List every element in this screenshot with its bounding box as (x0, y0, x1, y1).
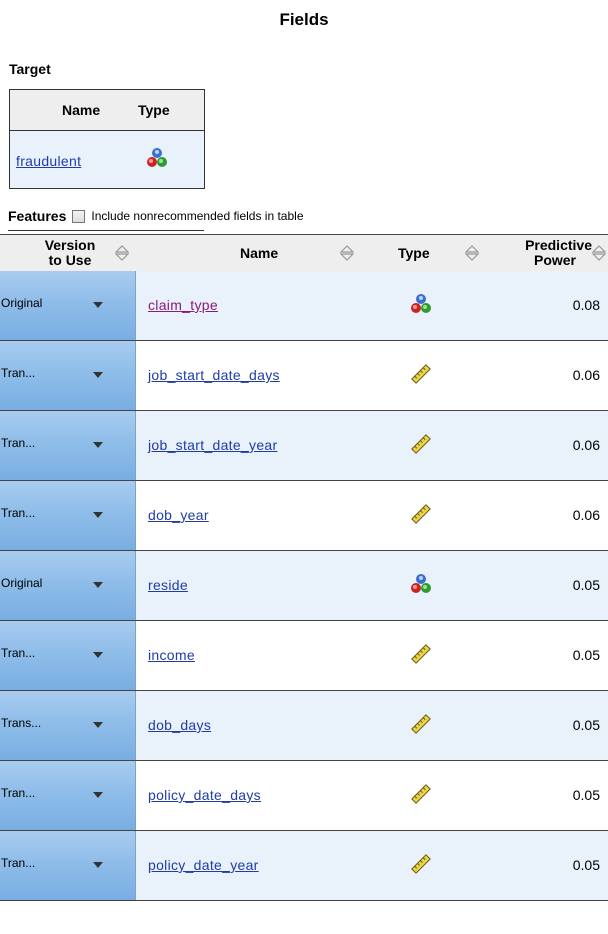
version-dropdown[interactable]: Tran... (0, 411, 136, 480)
col-predictive-power[interactable]: Predictive Power (500, 235, 592, 271)
predictive-power-value: 0.05 (572, 717, 600, 733)
table-row: Tran... dob_year 0.06 (0, 481, 608, 551)
version-dropdown-value: Tran... (1, 436, 36, 450)
continuous-icon (410, 853, 432, 880)
field-name-link[interactable]: income (148, 647, 195, 663)
version-dropdown-value: Tran... (1, 856, 36, 870)
chevron-down-icon[interactable] (93, 372, 103, 378)
table-row: Original claim_type 0.08 (0, 271, 608, 341)
chevron-down-icon[interactable] (93, 302, 103, 308)
target-col-name: Name (62, 102, 101, 118)
field-name-link[interactable]: claim_type (148, 297, 218, 313)
table-row: Tran... job_start_date_days 0.06 (0, 341, 608, 411)
nominal-icon (410, 573, 432, 600)
target-field-link[interactable]: fraudulent (16, 153, 81, 169)
predictive-power-value: 0.06 (572, 367, 600, 383)
continuous-icon (410, 783, 432, 810)
sort-version-icon[interactable] (115, 244, 129, 262)
version-dropdown-value: Tran... (1, 786, 36, 800)
col-version-line2: to Use (48, 252, 92, 268)
predictive-power-value: 0.05 (572, 787, 600, 803)
col-power-line2: Power (533, 252, 576, 268)
page-title: Fields (279, 10, 329, 29)
target-col-type: Type (138, 102, 170, 118)
features-divider (8, 230, 204, 231)
version-dropdown[interactable]: Tran... (0, 761, 136, 830)
version-dropdown-value: Original (1, 576, 43, 590)
version-dropdown-value: Original (1, 296, 43, 310)
chevron-down-icon[interactable] (93, 442, 103, 448)
nominal-icon (410, 293, 432, 320)
include-nonrecommended-label[interactable]: Include nonrecommended fields in table (91, 209, 303, 223)
version-dropdown[interactable]: Original (0, 551, 136, 620)
continuous-icon (410, 643, 432, 670)
predictive-power-value: 0.05 (572, 857, 600, 873)
table-row: Trans... dob_days 0.05 (0, 691, 608, 761)
col-name[interactable]: Name (240, 235, 278, 271)
chevron-down-icon[interactable] (93, 862, 103, 868)
table-row: Tran... job_start_date_year 0.06 (0, 411, 608, 481)
sort-type-icon[interactable] (465, 244, 479, 262)
predictive-power-value: 0.05 (572, 647, 600, 663)
table-row: Original reside 0.05 (0, 551, 608, 621)
version-dropdown[interactable]: Tran... (0, 481, 136, 550)
predictive-power-value: 0.06 (572, 437, 600, 453)
sort-name-icon[interactable] (340, 244, 354, 262)
field-name-link[interactable]: reside (148, 577, 188, 593)
field-name-link[interactable]: policy_date_days (148, 787, 261, 803)
chevron-down-icon[interactable] (93, 792, 103, 798)
predictive-power-value: 0.06 (572, 507, 600, 523)
nominal-icon (146, 147, 168, 174)
predictive-power-value: 0.08 (572, 297, 600, 313)
col-type[interactable]: Type (398, 235, 430, 271)
chevron-down-icon[interactable] (93, 582, 103, 588)
col-version-to-use[interactable]: Version to Use (30, 235, 110, 271)
target-section-label: Target (9, 61, 51, 77)
field-name-link[interactable]: job_start_date_year (148, 437, 277, 453)
table-row: Tran... policy_date_days 0.05 (0, 761, 608, 831)
version-dropdown[interactable]: Tran... (0, 621, 136, 690)
field-name-link[interactable]: policy_date_year (148, 857, 259, 873)
target-table-header: Name Type (10, 90, 204, 131)
continuous-icon (410, 713, 432, 740)
field-name-link[interactable]: dob_year (148, 507, 209, 523)
version-dropdown[interactable]: Tran... (0, 341, 136, 410)
continuous-icon (410, 503, 432, 530)
target-table: Name Type fraudulent (9, 89, 205, 189)
field-name-link[interactable]: job_start_date_days (148, 367, 280, 383)
version-dropdown-value: Trans... (1, 716, 42, 730)
col-version-line1: Version (44, 237, 96, 253)
version-dropdown-value: Tran... (1, 646, 36, 660)
field-name-link[interactable]: dob_days (148, 717, 211, 733)
version-dropdown[interactable]: Trans... (0, 691, 136, 760)
table-row: Tran... income 0.05 (0, 621, 608, 691)
predictive-power-value: 0.05 (572, 577, 600, 593)
version-dropdown-value: Tran... (1, 366, 36, 380)
sort-power-icon[interactable] (592, 244, 606, 262)
continuous-icon (410, 363, 432, 390)
version-dropdown[interactable]: Tran... (0, 831, 136, 900)
col-power-line1: Predictive (525, 237, 592, 253)
chevron-down-icon[interactable] (93, 652, 103, 658)
version-dropdown[interactable]: Original (0, 271, 136, 340)
chevron-down-icon[interactable] (93, 512, 103, 518)
continuous-icon (410, 433, 432, 460)
features-toolbar: Features Include nonrecommended fields i… (8, 208, 304, 224)
version-dropdown-value: Tran... (1, 506, 36, 520)
include-nonrecommended-checkbox[interactable] (72, 209, 86, 223)
chevron-down-icon[interactable] (93, 722, 103, 728)
features-section-label: Features (8, 208, 67, 224)
features-table-header: Version to Use Name Type Predictive Powe… (0, 234, 608, 272)
table-row: Tran... policy_date_year 0.05 (0, 831, 608, 901)
